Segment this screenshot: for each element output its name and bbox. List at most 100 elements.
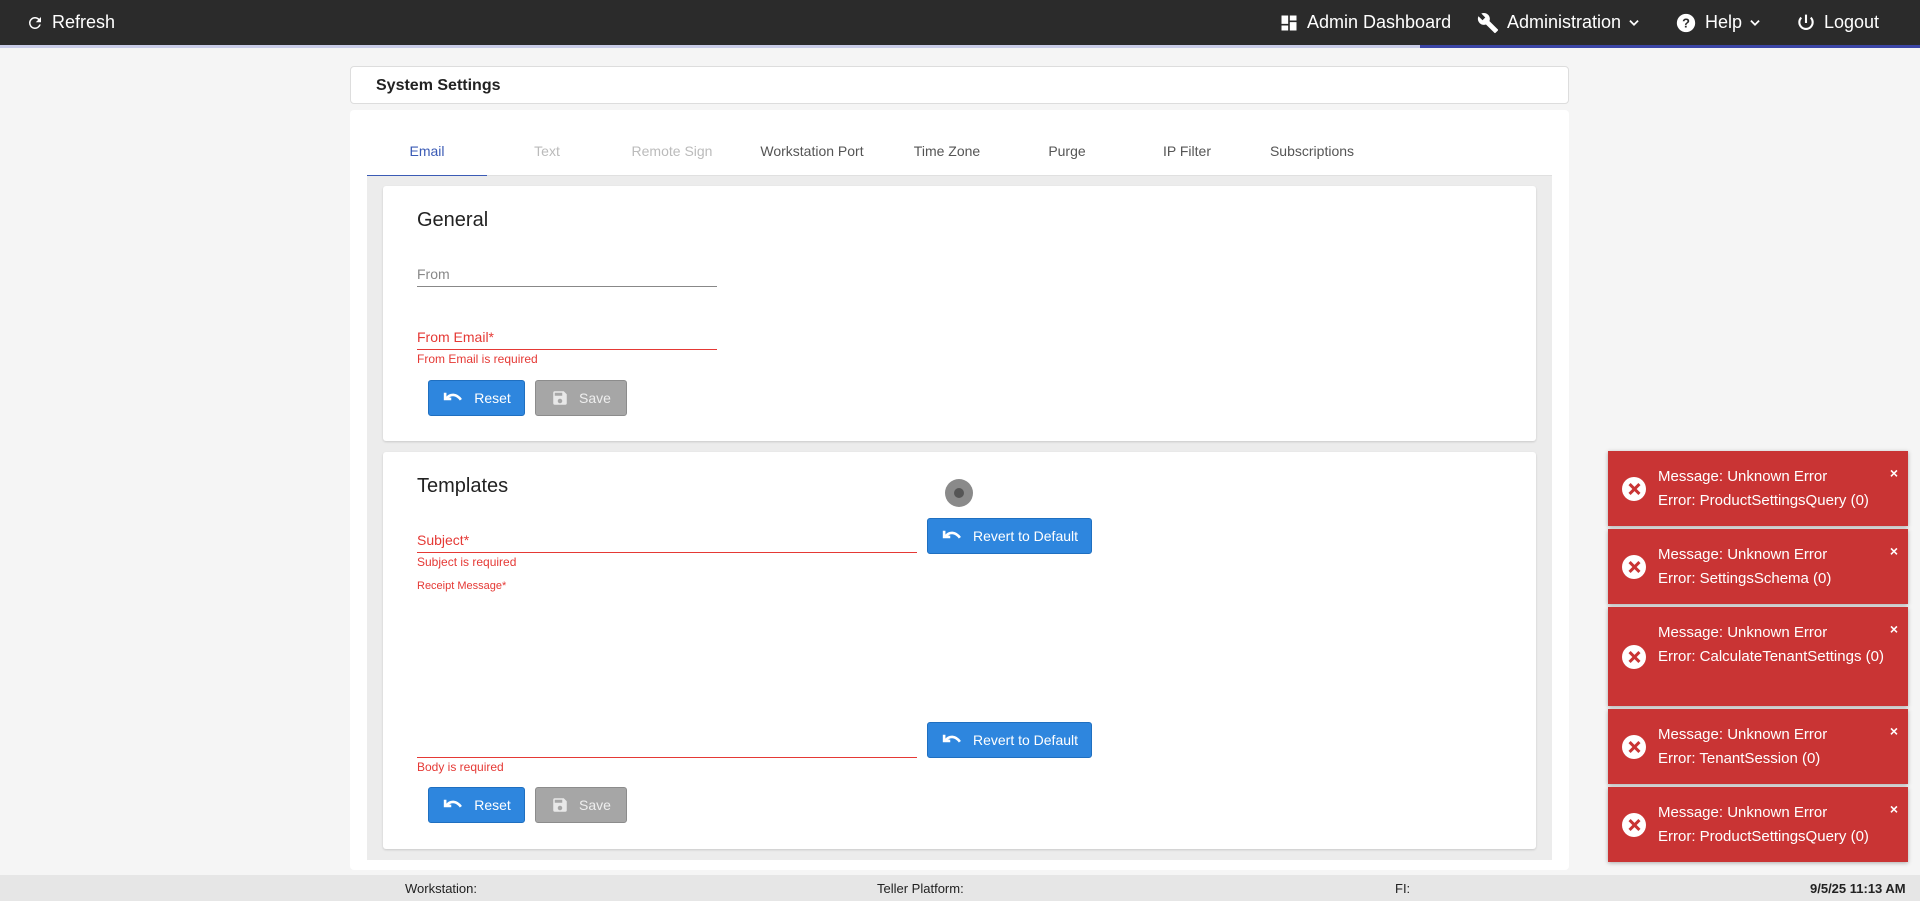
tab-ip-filter[interactable]: IP Filter [1127, 136, 1247, 176]
close-icon[interactable]: × [1890, 723, 1898, 739]
admin-dashboard-label: Admin Dashboard [1307, 12, 1452, 32]
from-email-error: From Email is required [417, 352, 538, 366]
close-icon[interactable]: × [1890, 801, 1898, 817]
subject-revert-button[interactable]: Revert to Default [927, 518, 1092, 554]
toast-message: Message: Unknown Error Error: TenantSess… [1658, 723, 1888, 771]
toast-line2: Error: TenantSession (0) [1658, 750, 1821, 767]
general-reset-button[interactable]: Reset [428, 380, 525, 416]
footer-fi: FI: [1395, 881, 1411, 896]
undo-icon [942, 734, 961, 743]
general-save-button[interactable]: Save [535, 380, 627, 416]
templates-section-title: Templates [417, 475, 509, 497]
toast-line2: Error: ProductSettingsQuery (0) [1658, 828, 1869, 845]
error-toast: Message: Unknown Error Error: ProductSet… [1608, 451, 1908, 526]
footer-workstation: Workstation: [405, 881, 478, 896]
from-email-field[interactable] [417, 349, 717, 350]
body-revert-label: Revert to Default [972, 732, 1079, 748]
refresh-button[interactable]: Refresh [26, 0, 115, 45]
page-title: System Settings [376, 77, 501, 94]
toast-line2: Error: CalculateTenantSettings (0) [1658, 648, 1884, 665]
help-label: Help [1705, 12, 1743, 32]
refresh-label: Refresh [52, 12, 116, 32]
help-icon: ? [1676, 13, 1696, 32]
tab-time-zone[interactable]: Time Zone [887, 136, 1007, 176]
error-toast: Message: Unknown Error Error: ProductSet… [1608, 787, 1908, 862]
toast-line1: Message: Unknown Error [1658, 546, 1828, 563]
general-reset-label: Reset [474, 390, 511, 406]
templates-save-button[interactable]: Save [535, 787, 627, 823]
error-icon [1622, 555, 1646, 579]
admin-dashboard-link[interactable]: Admin Dashboard [1279, 0, 1451, 45]
help-menu[interactable]: ? Help [1675, 0, 1762, 45]
administration-menu[interactable]: Administration [1477, 0, 1641, 45]
general-section-title: General [417, 209, 489, 231]
toast-line1: Message: Unknown Error [1658, 624, 1828, 641]
error-icon [1622, 477, 1646, 501]
templates-section: Templates Subject* Subject is required R… [383, 452, 1536, 849]
save-icon [553, 391, 567, 405]
power-icon [1798, 14, 1814, 30]
receipt-message-editor[interactable] [417, 597, 917, 752]
footer-datetime: 9/5/25 11:13 AM [1810, 881, 1906, 896]
page-header-card: System Settings [350, 66, 1569, 104]
subject-field[interactable] [417, 552, 917, 553]
error-icon [1622, 735, 1646, 759]
top-navbar: Refresh Admin Dashboard Administration ?… [0, 0, 1920, 45]
close-icon[interactable]: × [1890, 621, 1898, 637]
undo-icon [942, 530, 961, 539]
body-revert-button[interactable]: Revert to Default [927, 722, 1092, 758]
from-email-field-label: From Email* [417, 329, 495, 345]
logout-button[interactable]: Logout [1796, 0, 1879, 45]
save-icon [553, 798, 567, 812]
dashboard-icon [1281, 15, 1297, 30]
tab-email[interactable]: Email [367, 136, 487, 177]
general-section: General From From Email* From Email is r… [383, 186, 1536, 441]
close-icon[interactable]: × [1890, 543, 1898, 559]
footer-teller-platform: Teller Platform: [877, 881, 964, 896]
status-footer: Workstation: Teller Platform: FI: 9/5/25… [0, 875, 1920, 901]
from-field-label: From [417, 266, 450, 282]
toast-message: Message: Unknown Error Error: ProductSet… [1658, 801, 1888, 849]
chevron-down-icon [1750, 19, 1760, 26]
wrench-icon [1477, 12, 1499, 33]
toast-line2: Error: ProductSettingsQuery (0) [1658, 492, 1869, 509]
subject-revert-label: Revert to Default [972, 528, 1079, 544]
toast-line1: Message: Unknown Error [1658, 726, 1828, 743]
templates-reset-button[interactable]: Reset [428, 787, 525, 823]
general-save-label: Save [579, 390, 611, 406]
refresh-icon [28, 16, 41, 29]
subject-field-label: Subject* [417, 532, 470, 548]
templates-reset-label: Reset [474, 797, 511, 813]
subject-error: Subject is required [417, 555, 517, 569]
toast-message: Message: Unknown Error Error: CalculateT… [1658, 621, 1888, 669]
tab-purge[interactable]: Purge [1007, 136, 1127, 176]
error-toast: Message: Unknown Error Error: TenantSess… [1608, 709, 1908, 784]
toast-line2: Error: SettingsSchema (0) [1658, 570, 1832, 587]
receipt-message-label: Receipt Message* [417, 580, 507, 592]
settings-tabs: Email Text Remote Sign Workstation Port … [367, 136, 1552, 177]
from-field[interactable] [417, 286, 717, 287]
undo-icon [444, 799, 463, 808]
undo-icon [444, 392, 463, 401]
toast-line1: Message: Unknown Error [1658, 804, 1828, 821]
error-icon [1622, 645, 1646, 669]
body-error: Body is required [417, 760, 504, 774]
loading-spinner [945, 479, 973, 507]
topbar-accent-highlight [1420, 45, 1920, 48]
logout-label: Logout [1824, 12, 1880, 32]
tab-remote-sign[interactable]: Remote Sign [607, 136, 737, 176]
receipt-message-underline [417, 757, 917, 758]
error-toast: Message: Unknown Error Error: CalculateT… [1608, 607, 1908, 706]
tab-workstation-port[interactable]: Workstation Port [737, 136, 887, 176]
error-icon [1622, 813, 1646, 837]
svg-text:?: ? [1682, 15, 1690, 30]
error-toast: Message: Unknown Error Error: SettingsSc… [1608, 529, 1908, 604]
tab-subscriptions[interactable]: Subscriptions [1247, 136, 1377, 176]
close-icon[interactable]: × [1890, 465, 1898, 481]
toast-message: Message: Unknown Error Error: ProductSet… [1658, 465, 1888, 513]
topbar-accent-line [0, 45, 1920, 48]
chevron-down-icon [1629, 19, 1639, 26]
administration-label: Administration [1507, 12, 1622, 32]
tab-text[interactable]: Text [487, 136, 607, 176]
templates-save-label: Save [579, 797, 611, 813]
